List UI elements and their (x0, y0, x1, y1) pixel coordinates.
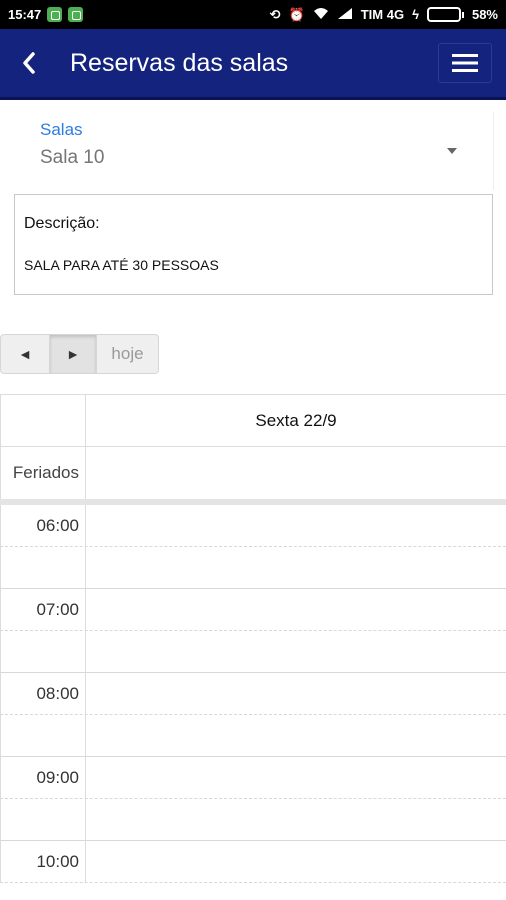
dropdown-arrow-icon (447, 148, 457, 154)
description-text: SALA PARA ATÉ 30 PESSOAS (24, 257, 219, 273)
time-slot[interactable]: 07:00 (0, 589, 506, 631)
time-label: 06:00 (1, 505, 86, 547)
chevron-left-icon (23, 52, 35, 74)
time-label-empty (1, 799, 86, 841)
app-header: Reservas das salas (0, 29, 506, 100)
sync-off-icon: ⟲ (269, 7, 281, 22)
time-slot[interactable] (0, 715, 506, 757)
notification-app-icon (68, 7, 84, 22)
status-time: 15:47 (8, 7, 42, 22)
next-day-button[interactable]: ► (50, 334, 97, 374)
time-label: 09:00 (1, 757, 86, 799)
back-button[interactable] (0, 29, 58, 97)
time-slot[interactable]: 10:00 (0, 841, 506, 883)
time-slots: 06:00 07:00 08:00 09:00 10:00 (0, 505, 506, 900)
charging-icon: ϟ (412, 7, 419, 22)
time-slot[interactable] (0, 631, 506, 673)
battery-icon (426, 7, 464, 22)
menu-button[interactable] (438, 43, 492, 83)
time-label: 10:00 (1, 841, 86, 883)
day-calendar: Sexta 22/9 Feriados 06:00 07:00 08:00 09… (0, 394, 506, 900)
carrier-label: TIM 4G (360, 7, 405, 22)
time-slot[interactable] (0, 799, 506, 841)
time-label-empty (1, 631, 86, 673)
calendar-corner (0, 395, 86, 447)
wifi-icon (313, 7, 329, 23)
room-select-value: Sala 10 (40, 147, 105, 168)
date-navigation: ◄ ► hoje (0, 334, 159, 374)
previous-day-button[interactable]: ◄ (0, 334, 50, 374)
hamburger-menu-icon (452, 54, 478, 72)
holidays-label: Feriados (0, 447, 86, 499)
holidays-row[interactable]: Feriados (0, 447, 506, 499)
calendar-header: Sexta 22/9 (0, 395, 506, 447)
room-description: Descrição: SALA PARA ATÉ 30 PESSOAS (14, 194, 493, 295)
alarm-icon: ⏰ (288, 7, 305, 22)
time-slot[interactable]: 08:00 (0, 673, 506, 715)
time-label-empty (1, 547, 86, 589)
time-label-empty (1, 715, 86, 757)
time-label: 08:00 (1, 673, 86, 715)
battery-percent: 58% (471, 7, 498, 22)
description-title: Descrição: (24, 215, 100, 232)
day-header: Sexta 22/9 (255, 411, 337, 430)
room-select[interactable]: Salas Sala 10 (14, 112, 494, 190)
signal-icon (337, 7, 353, 23)
page-title: Reservas das salas (70, 48, 289, 77)
time-label: 07:00 (1, 589, 86, 631)
notification-lock-icon (47, 7, 63, 22)
room-select-label: Salas (40, 120, 83, 139)
time-slot[interactable]: 09:00 (0, 757, 506, 799)
today-button[interactable]: hoje (97, 334, 159, 374)
time-slot[interactable] (0, 547, 506, 589)
status-bar: 15:47 ⟲ ⏰ TIM 4G ϟ 58% (0, 0, 506, 29)
time-slot[interactable]: 06:00 (0, 505, 506, 547)
